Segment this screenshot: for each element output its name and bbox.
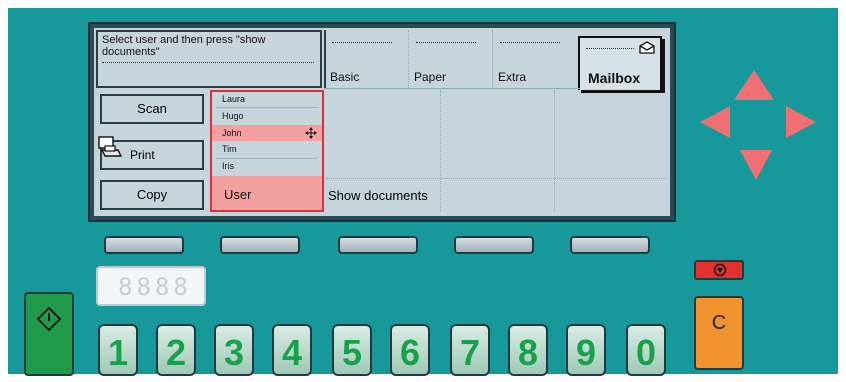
tab-paper-label: Paper <box>414 70 447 84</box>
user-item[interactable]: Tim <box>222 144 237 154</box>
user-list: Laura Hugo John Tim Iris User <box>210 90 324 212</box>
clear-button[interactable]: C <box>694 296 744 370</box>
user-field-label: User <box>224 187 252 202</box>
clear-label: C <box>711 312 727 334</box>
show-documents-label: Show documents <box>328 188 428 203</box>
stop-button[interactable] <box>694 260 744 280</box>
digit-key-4[interactable]: 4 <box>272 324 312 376</box>
touch-screen: Select user and then press "show documen… <box>94 28 670 216</box>
print-label: Print <box>130 148 155 162</box>
prompt-text: Select user and then press "show documen… <box>102 34 266 58</box>
user-item[interactable]: Hugo <box>222 111 244 121</box>
soft-key-2[interactable] <box>220 236 300 254</box>
user-field[interactable]: User <box>212 176 322 210</box>
start-diamond-icon <box>36 306 62 337</box>
tab-basic-label: Basic <box>330 70 360 84</box>
digit-key-2[interactable]: 2 <box>156 324 196 376</box>
soft-key-3[interactable] <box>338 236 418 254</box>
tab-basic[interactable]: Basic <box>326 30 406 88</box>
counter-display: 8888 <box>96 266 206 306</box>
control-panel: Select user and then press "show documen… <box>8 8 838 376</box>
tab-extra-label: Extra <box>498 70 527 84</box>
move-cursor-icon <box>304 126 318 143</box>
soft-key-4[interactable] <box>454 236 534 254</box>
tab-extra[interactable]: Extra <box>494 30 574 88</box>
user-item[interactable]: Iris <box>222 161 234 171</box>
soft-key-1[interactable] <box>104 236 184 254</box>
arrow-down-button[interactable] <box>740 150 772 180</box>
selected-user-label: John <box>222 128 242 138</box>
copy-button[interactable]: Copy <box>100 180 204 210</box>
arrow-up-button[interactable] <box>734 70 774 100</box>
arrow-left-button[interactable] <box>700 106 730 138</box>
printer-icon <box>96 134 124 167</box>
stop-icon <box>713 263 727 282</box>
user-item[interactable]: Laura <box>222 94 245 104</box>
show-documents-button[interactable]: Show documents <box>326 180 438 210</box>
scan-button[interactable]: Scan <box>100 94 204 124</box>
tab-mailbox[interactable]: Mailbox <box>578 36 662 90</box>
digit-key-3[interactable]: 3 <box>214 324 254 376</box>
tab-mailbox-label: Mailbox <box>588 70 641 86</box>
soft-key-5[interactable] <box>570 236 650 254</box>
digit-key-0[interactable]: 0 <box>626 324 666 376</box>
user-item-selected[interactable]: John <box>212 125 322 141</box>
tab-paper[interactable]: Paper <box>410 30 490 88</box>
start-button[interactable] <box>24 292 74 376</box>
digit-key-5[interactable]: 5 <box>332 324 372 376</box>
arrow-right-button[interactable] <box>786 106 816 138</box>
digit-key-7[interactable]: 7 <box>450 324 490 376</box>
mailbox-icon <box>638 40 656 59</box>
digit-key-8[interactable]: 8 <box>508 324 548 376</box>
digit-key-6[interactable]: 6 <box>390 324 430 376</box>
prompt-box: Select user and then press "show documen… <box>96 30 322 88</box>
counter-value: 8888 <box>118 273 192 301</box>
digit-key-1[interactable]: 1 <box>98 324 138 376</box>
digit-key-9[interactable]: 9 <box>566 324 606 376</box>
